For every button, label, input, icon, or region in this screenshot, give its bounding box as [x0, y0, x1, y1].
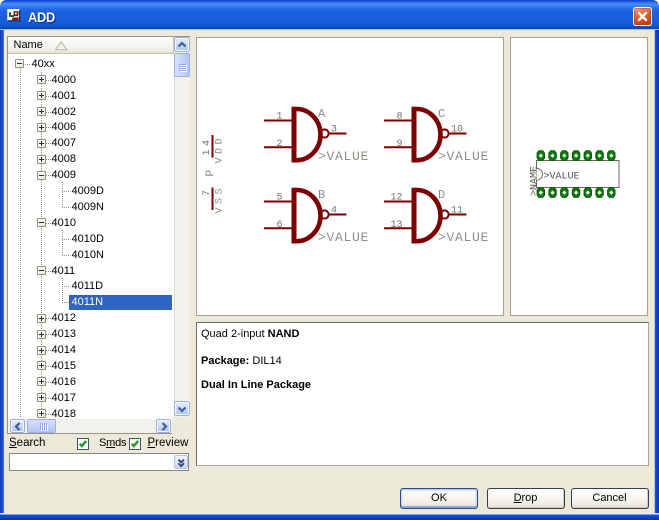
svg-text:13: 13 [390, 220, 402, 231]
svg-text:VSS: VSS [215, 185, 226, 214]
svg-text:>VALUE: >VALUE [438, 230, 489, 245]
svg-text:11: 11 [451, 205, 463, 216]
svg-text:B: B [318, 188, 325, 202]
svg-text:>VALUE: >VALUE [318, 149, 369, 164]
svg-text:5: 5 [276, 193, 282, 204]
svg-text:>VALUE: >VALUE [438, 149, 489, 164]
svg-text:1: 1 [276, 112, 282, 123]
svg-text:D: D [438, 188, 445, 202]
svg-text:10: 10 [451, 124, 463, 135]
svg-text:8: 8 [396, 112, 402, 123]
svg-text:12: 12 [390, 193, 402, 204]
svg-text:>VALUE: >VALUE [318, 230, 369, 245]
svg-text:C: C [438, 107, 445, 121]
svg-text:2: 2 [276, 139, 282, 150]
svg-text:P: P [204, 170, 218, 177]
svg-text:4: 4 [331, 205, 337, 216]
svg-text:A: A [318, 107, 326, 121]
svg-text:7: 7 [202, 186, 213, 196]
svg-text:6: 6 [276, 220, 282, 231]
svg-text:14: 14 [202, 136, 213, 155]
svg-text:>NAME: >NAME [529, 166, 540, 196]
svg-text:>VALUE: >VALUE [543, 172, 579, 183]
svg-text:VDD: VDD [215, 135, 226, 164]
svg-text:9: 9 [396, 139, 402, 150]
svg-text:3: 3 [331, 124, 337, 135]
